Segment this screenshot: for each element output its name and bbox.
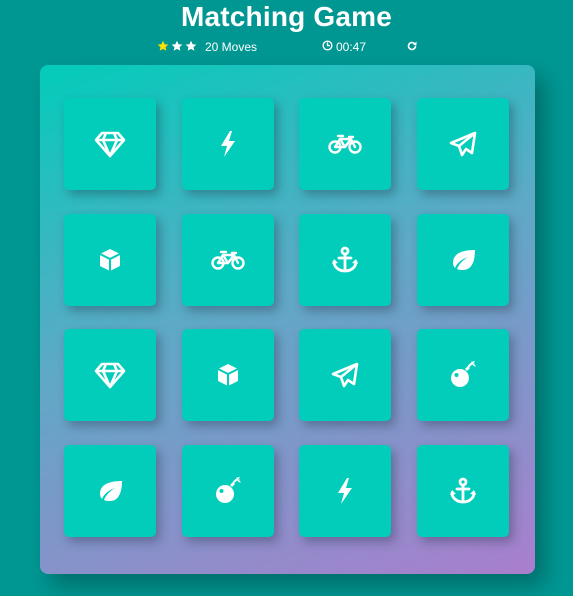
paper-plane-icon	[331, 362, 359, 388]
diamond-icon	[94, 130, 126, 158]
card-2-3[interactable]	[299, 214, 391, 306]
card-3-3[interactable]	[299, 329, 391, 421]
card-1-4[interactable]	[417, 98, 509, 190]
cube-icon	[215, 362, 241, 388]
card-4-2[interactable]	[182, 445, 274, 537]
anchor-icon	[331, 246, 359, 274]
star-icon	[185, 40, 197, 52]
timer-value: 00:47	[336, 40, 367, 54]
paper-plane-icon	[449, 131, 477, 157]
card-4-4[interactable]	[417, 445, 509, 537]
star-icon	[157, 40, 169, 52]
bicycle-icon	[211, 250, 245, 270]
page-title: Matching Game	[180, 1, 393, 32]
star-rating	[157, 40, 197, 52]
star-icon	[171, 40, 183, 52]
clock-icon	[322, 40, 333, 54]
card-2-2[interactable]	[182, 214, 274, 306]
moves-counter: 20 Moves	[205, 40, 258, 54]
bolt-icon	[219, 130, 237, 158]
score-panel: 20 Moves 00:47	[0, 38, 573, 58]
card-4-1[interactable]	[64, 445, 156, 537]
card-1-3[interactable]	[299, 98, 391, 190]
bomb-icon	[214, 477, 242, 505]
timer: 00:47	[322, 40, 366, 54]
card-1-1[interactable]	[64, 98, 156, 190]
card-2-4[interactable]	[417, 214, 509, 306]
card-3-1[interactable]	[64, 329, 156, 421]
leaf-icon	[449, 248, 477, 272]
card-2-1[interactable]	[64, 214, 156, 306]
card-deck	[40, 65, 535, 574]
cube-icon	[97, 247, 123, 273]
bicycle-icon	[328, 134, 362, 154]
card-1-2[interactable]	[182, 98, 274, 190]
bolt-icon	[336, 477, 354, 505]
card-3-2[interactable]	[182, 329, 274, 421]
restart-icon	[406, 41, 418, 55]
leaf-icon	[96, 479, 124, 503]
anchor-icon	[449, 477, 477, 505]
restart-button[interactable]	[406, 40, 418, 55]
diamond-icon	[94, 361, 126, 389]
bomb-icon	[449, 361, 477, 389]
card-3-4[interactable]	[417, 329, 509, 421]
card-4-3[interactable]	[299, 445, 391, 537]
